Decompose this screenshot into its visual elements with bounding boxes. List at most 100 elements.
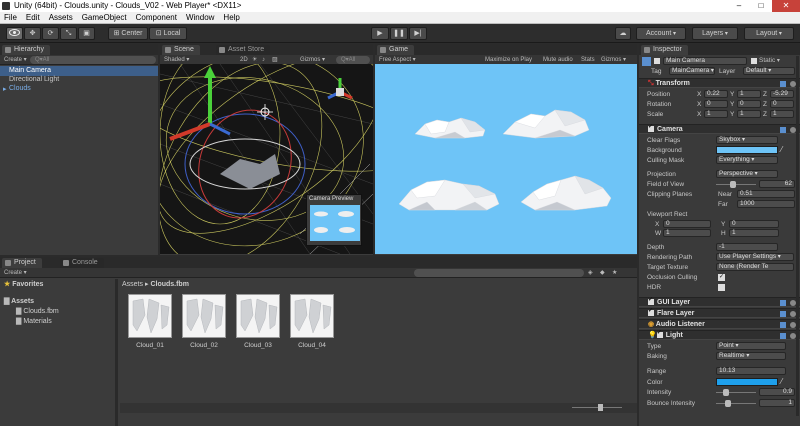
help-book-icon[interactable]: [780, 333, 786, 339]
light-color-swatch[interactable]: [716, 378, 778, 386]
filter-type-icon[interactable]: ◈: [588, 268, 593, 278]
fov-slider-track[interactable]: [716, 184, 756, 185]
help-book-icon[interactable]: [780, 300, 786, 306]
flare-layer-checkbox[interactable]: [648, 307, 654, 316]
transform-position-y-field[interactable]: 1: [737, 90, 761, 98]
target-texture-field[interactable]: None (Render Te: [716, 263, 794, 271]
viewport-x-field[interactable]: 0: [663, 220, 711, 228]
transform-position-x-field[interactable]: 0.22: [704, 90, 728, 98]
menu-window[interactable]: Window: [186, 12, 214, 23]
help-book-icon[interactable]: [780, 322, 786, 328]
thumbnail-size-slider[interactable]: [572, 407, 622, 408]
layers-dropdown[interactable]: Layers: [692, 27, 738, 40]
menu-help[interactable]: Help: [223, 12, 239, 23]
texture-thumbnail[interactable]: [128, 294, 172, 338]
transform-scale-z-field[interactable]: 1: [770, 110, 794, 118]
gui-layer-header[interactable]: GUI Layer: [639, 296, 800, 307]
clear-flags-dropdown[interactable]: Skybox: [716, 136, 778, 144]
game-viewport[interactable]: [375, 64, 637, 254]
projection-dropdown[interactable]: Perspective: [716, 170, 778, 178]
fov-field[interactable]: 62: [759, 180, 795, 188]
project-splitter[interactable]: [115, 279, 118, 426]
depth-field[interactable]: -1: [716, 243, 778, 251]
layer-dropdown[interactable]: Default: [743, 67, 795, 75]
tab-scene[interactable]: Scene: [162, 45, 200, 55]
menu-file[interactable]: File: [4, 12, 17, 23]
transform-rotation-x-field[interactable]: 0: [704, 100, 728, 108]
light-type-dropdown[interactable]: Point: [716, 342, 786, 350]
breadcrumb-assets[interactable]: Assets: [122, 281, 143, 288]
far-field[interactable]: 1000: [737, 200, 795, 208]
pivot-toggle[interactable]: ⊞ Center: [108, 27, 148, 40]
eyedropper-icon[interactable]: ⁄: [781, 145, 782, 154]
gui-layer-checkbox[interactable]: [648, 296, 654, 305]
background-color-swatch[interactable]: [716, 146, 778, 154]
minimize-button[interactable]: –: [728, 0, 750, 12]
near-field[interactable]: 0.51: [737, 190, 795, 198]
play-button[interactable]: ▶: [371, 27, 389, 40]
folder-clouds-fbm[interactable]: ▇ Clouds.fbm: [16, 307, 59, 315]
favorites-folder[interactable]: ★ Favorites: [4, 280, 43, 288]
baking-dropdown[interactable]: Realtime: [716, 352, 786, 360]
shading-mode-dropdown[interactable]: Shaded: [164, 57, 189, 63]
menu-assets[interactable]: Assets: [49, 12, 73, 23]
tag-dropdown[interactable]: MainCamera: [669, 67, 715, 75]
intensity-field[interactable]: 0.9: [759, 388, 795, 396]
filter-label-icon[interactable]: ◆: [600, 268, 605, 278]
menu-edit[interactable]: Edit: [26, 12, 40, 23]
light-header[interactable]: 💡 Light: [639, 329, 800, 340]
step-button[interactable]: ▶|: [409, 27, 427, 40]
menu-component[interactable]: Component: [136, 12, 177, 23]
hand-tool-button[interactable]: [6, 27, 23, 40]
flare-layer-header[interactable]: Flare Layer: [639, 307, 800, 318]
help-book-icon[interactable]: [780, 311, 786, 317]
scene-viewport[interactable]: Camera Preview: [160, 64, 373, 254]
tab-game[interactable]: Game: [377, 45, 415, 55]
close-button[interactable]: ✕: [772, 0, 800, 12]
rect-tool-button[interactable]: ▣: [78, 27, 95, 40]
pause-button[interactable]: ❚❚: [390, 27, 408, 40]
active-checkbox[interactable]: [654, 58, 660, 64]
viewport-y-field[interactable]: 0: [729, 220, 779, 228]
bounce-intensity-field[interactable]: 1: [759, 399, 795, 407]
scale-tool-button[interactable]: ⤡: [60, 27, 77, 40]
favorite-star-icon[interactable]: ★: [612, 268, 617, 278]
space-toggle[interactable]: ⊡ Local: [149, 27, 187, 40]
tab-project[interactable]: Project: [2, 258, 42, 268]
maximize-button[interactable]: □: [750, 0, 772, 12]
bounce-slider-track[interactable]: [716, 403, 756, 404]
camera-header[interactable]: Camera: [639, 123, 800, 134]
aspect-dropdown[interactable]: Free Aspect: [379, 57, 416, 63]
thumbnail-size-thumb[interactable]: [598, 404, 603, 411]
transform-scale-y-field[interactable]: 1: [737, 110, 761, 118]
texture-thumbnail[interactable]: [182, 294, 226, 338]
static-checkbox[interactable]: [751, 58, 757, 64]
move-tool-button[interactable]: ✥: [24, 27, 41, 40]
hdr-checkbox[interactable]: [718, 284, 725, 291]
transform-position-z-field[interactable]: -5.29: [770, 90, 794, 98]
audio-listener-header[interactable]: ◉ Audio Listener: [639, 319, 800, 329]
fov-slider-thumb[interactable]: [729, 181, 736, 188]
hierarchy-item-directional-light[interactable]: Directional Light: [9, 76, 59, 83]
intensity-slider-track[interactable]: [716, 392, 756, 393]
hierarchy-search-input[interactable]: Q▾All: [30, 56, 156, 64]
cloud-services-button[interactable]: ☁: [615, 27, 631, 40]
project-create-button[interactable]: Create: [4, 270, 27, 276]
texture-thumbnail[interactable]: [236, 294, 280, 338]
breadcrumb-clouds-fbm[interactable]: Clouds.fbm: [150, 281, 189, 288]
transform-scale-x-field[interactable]: 1: [704, 110, 728, 118]
viewport-h-field[interactable]: 1: [729, 229, 779, 237]
hierarchy-item-main-camera[interactable]: Main Camera: [9, 67, 51, 74]
rotate-tool-button[interactable]: ⟳: [42, 27, 59, 40]
intensity-slider-thumb[interactable]: [723, 389, 729, 396]
viewport-w-field[interactable]: 1: [663, 229, 711, 237]
range-field[interactable]: 10.13: [716, 367, 786, 375]
culling-mask-dropdown[interactable]: Everything: [716, 156, 778, 164]
tab-console[interactable]: Console: [60, 258, 104, 268]
project-search-input[interactable]: [414, 269, 584, 277]
hierarchy-create-button[interactable]: Create: [4, 57, 27, 63]
tab-hierarchy[interactable]: Hierarchy: [2, 45, 50, 55]
tab-asset-store[interactable]: Asset Store: [216, 45, 271, 55]
folder-materials[interactable]: ▇ Materials: [16, 317, 52, 325]
assets-folder[interactable]: ▇ Assets: [4, 297, 34, 305]
